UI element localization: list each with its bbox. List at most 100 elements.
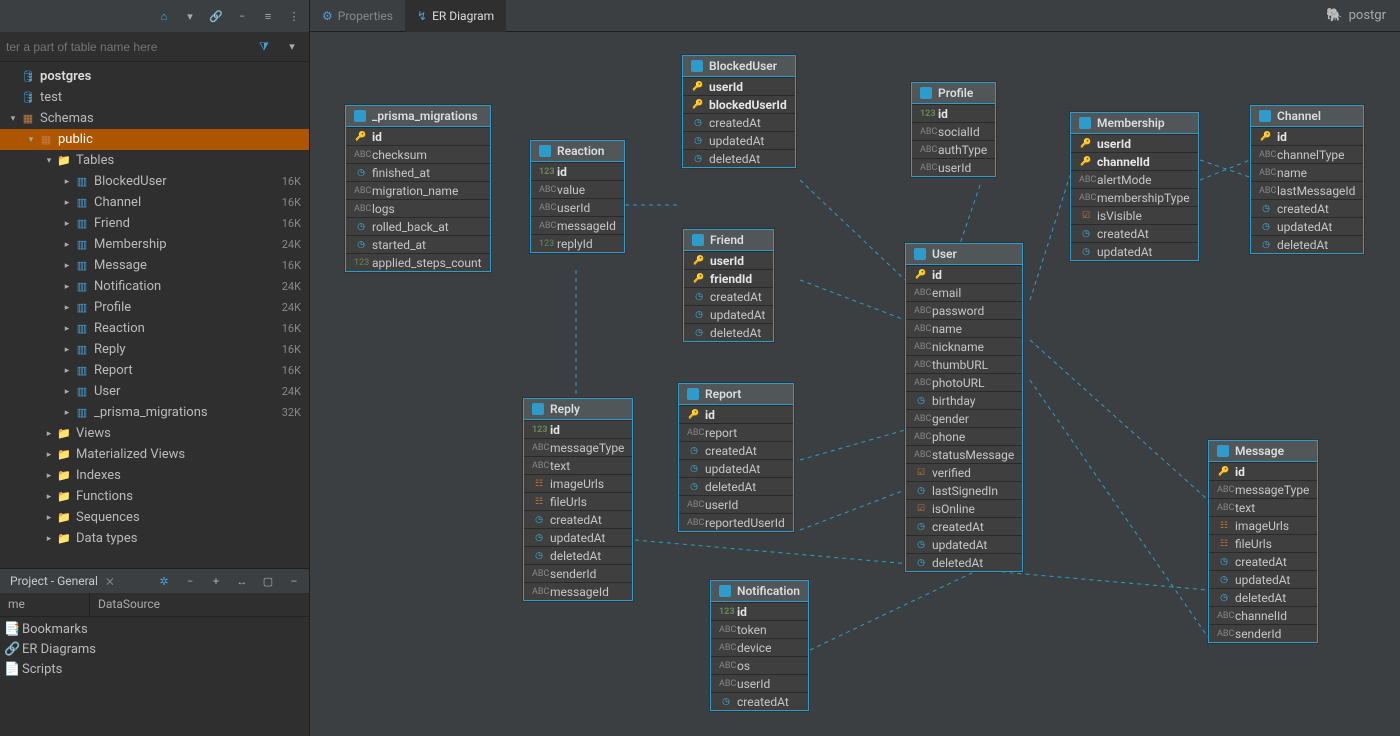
proj-plus-icon[interactable]: + <box>205 570 227 592</box>
column-row[interactable]: ABCmessageType <box>524 438 632 456</box>
tree-row-profile[interactable]: ▸▥Profile24K <box>0 297 309 318</box>
tree-arrow-icon[interactable]: ▸ <box>60 240 74 250</box>
project-item-bookmarks[interactable]: 📑Bookmarks <box>0 619 309 639</box>
column-row[interactable]: ◷deletedAt <box>683 149 795 167</box>
column-row[interactable]: 🔑channelId <box>1071 152 1198 170</box>
column-row[interactable]: ABCname <box>906 319 1022 337</box>
collapse-icon[interactable]: − <box>231 5 253 27</box>
tree-row-message[interactable]: ▸▥Message16K <box>0 255 309 276</box>
column-row[interactable]: ABCtext <box>524 456 632 474</box>
column-row[interactable]: ◷updatedAt <box>1251 217 1363 235</box>
tree-row-blockeduser[interactable]: ▸▥BlockedUser16K <box>0 171 309 192</box>
column-row[interactable]: ABCmessageType <box>1209 480 1317 498</box>
entity-header[interactable]: Membership <box>1071 113 1198 134</box>
column-row[interactable]: 🔑id <box>1209 462 1317 480</box>
column-row[interactable]: ◷started_at <box>346 235 490 253</box>
column-row[interactable]: 🔑blockedUserId <box>683 95 795 113</box>
tree-row-data-types[interactable]: ▸📁Data types <box>0 528 309 549</box>
column-row[interactable]: ☑isOnline <box>906 499 1022 517</box>
project-tab[interactable]: Project - General ⨯ <box>4 572 121 590</box>
tree-row-tables[interactable]: ▾📁Tables <box>0 150 309 171</box>
tree-row-postgres[interactable]: 🛢postgres <box>0 66 309 87</box>
column-row[interactable]: ◷createdAt <box>684 287 773 305</box>
column-row[interactable]: ◷createdAt <box>679 441 793 459</box>
tree-arrow-icon[interactable]: ▸ <box>42 492 56 502</box>
entity-membership[interactable]: Membership🔑userId🔑channelIdABCalertModeA… <box>1070 112 1199 261</box>
column-row[interactable]: ABCauthType <box>912 140 995 158</box>
tree-row-reaction[interactable]: ▸▥Reaction16K <box>0 318 309 339</box>
column-row[interactable]: ABCtoken <box>711 620 808 638</box>
column-row[interactable]: ABCsocialId <box>912 122 995 140</box>
column-row[interactable]: ABCmessageId <box>531 216 624 234</box>
column-row[interactable]: ◷createdAt <box>1071 224 1198 242</box>
entity-report[interactable]: Report🔑idABCreport◷createdAt◷updatedAt◷d… <box>678 383 794 532</box>
entity-header[interactable]: Reaction <box>531 141 624 162</box>
column-row[interactable]: ◷updatedAt <box>684 305 773 323</box>
tree-arrow-icon[interactable]: ▸ <box>60 387 74 397</box>
column-row[interactable]: 123id <box>524 420 632 438</box>
tree-row-reply[interactable]: ▸▥Reply16K <box>0 339 309 360</box>
column-row[interactable]: ABCos <box>711 656 808 674</box>
proj-link-icon[interactable]: ↔ <box>231 570 253 592</box>
column-row[interactable]: ABClastMessageId <box>1251 181 1363 199</box>
tree-arrow-icon[interactable]: ▸ <box>42 513 56 523</box>
tab-er-diagram[interactable]: ↯ER Diagram <box>405 0 506 32</box>
tree-row-_prisma_migrations[interactable]: ▸▥_prisma_migrations32K <box>0 402 309 423</box>
column-row[interactable]: ☷imageUrls <box>524 474 632 492</box>
column-row[interactable]: ABCvalue <box>531 180 624 198</box>
column-row[interactable]: ABCname <box>1251 163 1363 181</box>
column-row[interactable]: 🔑friendId <box>684 269 773 287</box>
tree-row-sequences[interactable]: ▸📁Sequences <box>0 507 309 528</box>
column-row[interactable]: ◷deletedAt <box>1209 588 1317 606</box>
tree-arrow-icon[interactable]: ▾ <box>24 135 38 145</box>
column-row[interactable]: ABCtext <box>1209 498 1317 516</box>
column-row[interactable]: ABCnickname <box>906 337 1022 355</box>
column-row[interactable]: ◷createdAt <box>1251 199 1363 217</box>
column-row[interactable]: ◷deletedAt <box>524 546 632 564</box>
dropdown-icon[interactable]: ▾ <box>179 5 201 27</box>
column-row[interactable]: ◷createdAt <box>683 113 795 131</box>
column-row[interactable]: ◷updatedAt <box>679 459 793 477</box>
expand-icon[interactable]: ≡ <box>257 5 279 27</box>
entity-header[interactable]: _prisma_migrations <box>346 106 490 127</box>
filter-chevron-icon[interactable]: ▾ <box>281 36 303 58</box>
tab-properties[interactable]: ⚙Properties <box>310 0 405 32</box>
tree-arrow-icon[interactable]: ▾ <box>6 114 20 124</box>
column-row[interactable]: 🔑id <box>346 127 490 145</box>
column-row[interactable]: ABCmigration_name <box>346 181 490 199</box>
column-row[interactable]: 🔑userId <box>1071 134 1198 152</box>
column-row[interactable]: ABCphone <box>906 427 1022 445</box>
column-row[interactable]: ABCmembershipType <box>1071 188 1198 206</box>
column-row[interactable]: ☷fileUrls <box>1209 534 1317 552</box>
tree-arrow-icon[interactable]: ▸ <box>60 366 74 376</box>
column-row[interactable]: 🔑userId <box>684 251 773 269</box>
tree-row-schemas[interactable]: ▾▦Schemas <box>0 108 309 129</box>
column-row[interactable]: ABCuserId <box>711 674 808 692</box>
column-row[interactable]: 123id <box>912 104 995 122</box>
tree-row-membership[interactable]: ▸▥Membership24K <box>0 234 309 255</box>
column-row[interactable]: ABCreport <box>679 423 793 441</box>
column-row[interactable]: ◷birthday <box>906 391 1022 409</box>
column-row[interactable]: ABCalertMode <box>1071 170 1198 188</box>
tree-row-friend[interactable]: ▸▥Friend16K <box>0 213 309 234</box>
new-connection-icon[interactable]: ⌂ <box>153 5 175 27</box>
tree-row-views[interactable]: ▸📁Views <box>0 423 309 444</box>
column-row[interactable]: ◷updatedAt <box>1209 570 1317 588</box>
filter-input[interactable] <box>6 40 247 54</box>
column-row[interactable]: ◷updatedAt <box>1071 242 1198 260</box>
column-row[interactable]: ABCsenderId <box>524 564 632 582</box>
column-row[interactable]: ☷fileUrls <box>524 492 632 510</box>
column-row[interactable]: ABCchecksum <box>346 145 490 163</box>
entity-header[interactable]: BlockedUser <box>683 56 795 77</box>
column-row[interactable]: ◷createdAt <box>711 692 808 710</box>
entity-message[interactable]: Message🔑idABCmessageTypeABCtext☷imageUrl… <box>1208 440 1318 643</box>
column-row[interactable]: ◷deletedAt <box>906 553 1022 571</box>
column-row[interactable]: ABCuserId <box>912 158 995 176</box>
tree-row-report[interactable]: ▸▥Report16K <box>0 360 309 381</box>
entity-header[interactable]: User <box>906 244 1022 265</box>
tree-arrow-icon[interactable]: ▸ <box>42 429 56 439</box>
er-canvas[interactable]: _prisma_migrations🔑idABCchecksum◷finishe… <box>310 32 1400 736</box>
column-row[interactable]: ◷updatedAt <box>524 528 632 546</box>
tree-arrow-icon[interactable]: ▸ <box>60 261 74 271</box>
column-row[interactable]: 123id <box>531 162 624 180</box>
